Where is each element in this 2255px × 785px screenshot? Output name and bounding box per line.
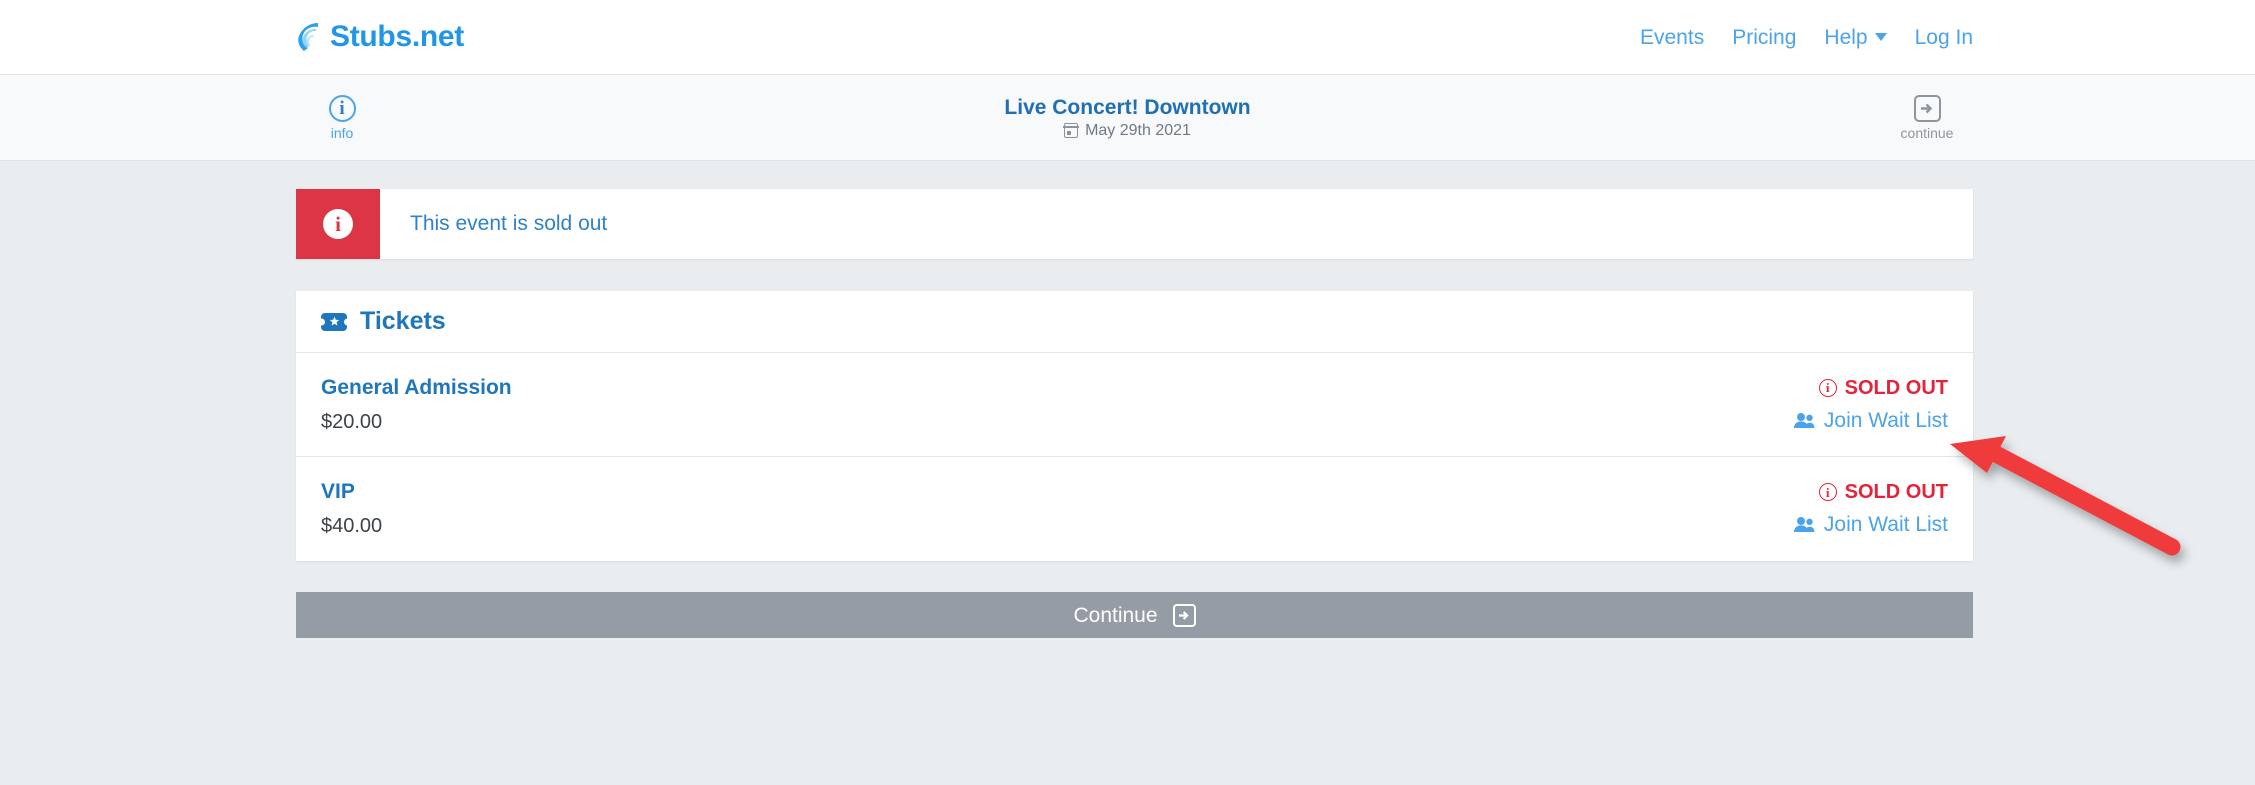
ticket-info: VIP $40.00: [321, 481, 382, 536]
info-icon: i: [328, 95, 356, 122]
main-content: i This event is sold out Tickets General…: [0, 161, 2255, 638]
people-icon: [1793, 412, 1815, 429]
continue-button-label: Continue: [1073, 603, 1158, 627]
ticket-price: $40.00: [321, 515, 383, 537]
nav-item-events-label: Events: [1640, 25, 1705, 49]
ticket-status-group: i SOLD OUT Join Wait List: [1793, 378, 1948, 431]
nav-item-events[interactable]: Events: [1640, 27, 1704, 48]
ticket-info: General Admission $20.00: [321, 377, 512, 432]
nav-item-help[interactable]: Help: [1824, 25, 1887, 49]
status-badge: i SOLD OUT: [1818, 376, 1948, 399]
info-icon: i: [1818, 483, 1837, 501]
continue-step-label: continue: [1900, 125, 1954, 141]
arrow-right-box-icon: [1913, 95, 1941, 122]
status-badge-label: SOLD OUT: [1844, 376, 1948, 399]
join-wait-list-label: Join Wait List: [1823, 513, 1948, 536]
event-header-bar: i info Live Concert! Downtown May 29th 2…: [0, 75, 2255, 161]
ticket-name: VIP: [321, 480, 355, 503]
ticket-icon: [321, 312, 347, 331]
arrow-right-box-icon: [1172, 603, 1196, 627]
status-badge-label: SOLD OUT: [1844, 481, 1948, 503]
chevron-down-icon: [1874, 33, 1887, 41]
join-wait-list-label: Join Wait List: [1823, 408, 1948, 432]
join-wait-list-button[interactable]: Join Wait List: [1793, 410, 1948, 431]
info-step-button[interactable]: i info: [296, 95, 388, 140]
nav-item-log-in-label: Log In: [1914, 25, 1973, 49]
nav-item-help-label: Help: [1824, 25, 1868, 49]
nav-item-pricing[interactable]: Pricing: [1732, 27, 1796, 48]
calendar-icon: [1063, 123, 1079, 138]
nav-item-pricing-label: Pricing: [1732, 25, 1797, 49]
brand-name: Stubs.net: [330, 20, 464, 53]
stubs-swoosh-icon: [296, 21, 326, 53]
tickets-card-header: Tickets: [296, 291, 1973, 353]
info-icon: i: [323, 209, 353, 239]
table-row: VIP $40.00 i SOLD OUT Join Wait List: [296, 457, 1973, 561]
top-navigation-bar: Stubs.net Events Pricing Help Log In: [0, 0, 2255, 75]
event-date-text: May 29th 2021: [1085, 121, 1191, 139]
brand-logo[interactable]: Stubs.net: [296, 21, 464, 53]
tickets-title: Tickets: [360, 307, 446, 335]
event-title: Live Concert! Downtown: [1004, 95, 1251, 119]
tickets-card: Tickets General Admission $20.00 i SOLD …: [296, 291, 1973, 561]
status-badge: i SOLD OUT: [1818, 481, 1948, 503]
sold-out-alert: i This event is sold out: [296, 189, 1973, 259]
info-icon: i: [1818, 378, 1837, 397]
nav-item-log-in[interactable]: Log In: [1915, 27, 1973, 48]
join-wait-list-button[interactable]: Join Wait List: [1793, 514, 1948, 535]
alert-icon-panel: i: [296, 189, 380, 259]
continue-step-button[interactable]: continue: [1881, 95, 1973, 140]
continue-button[interactable]: Continue: [296, 592, 1973, 638]
alert-message: This event is sold out: [410, 212, 608, 235]
info-step-label: info: [330, 125, 354, 141]
table-row: General Admission $20.00 i SOLD OUT Join…: [296, 353, 1973, 457]
ticket-status-group: i SOLD OUT Join Wait List: [1793, 482, 1948, 535]
nav-links: Events Pricing Help Log In: [1640, 27, 1973, 48]
people-icon: [1793, 516, 1815, 533]
event-date: May 29th 2021: [1063, 121, 1191, 139]
ticket-price: $20.00: [321, 410, 383, 433]
ticket-name: General Admission: [321, 375, 512, 399]
